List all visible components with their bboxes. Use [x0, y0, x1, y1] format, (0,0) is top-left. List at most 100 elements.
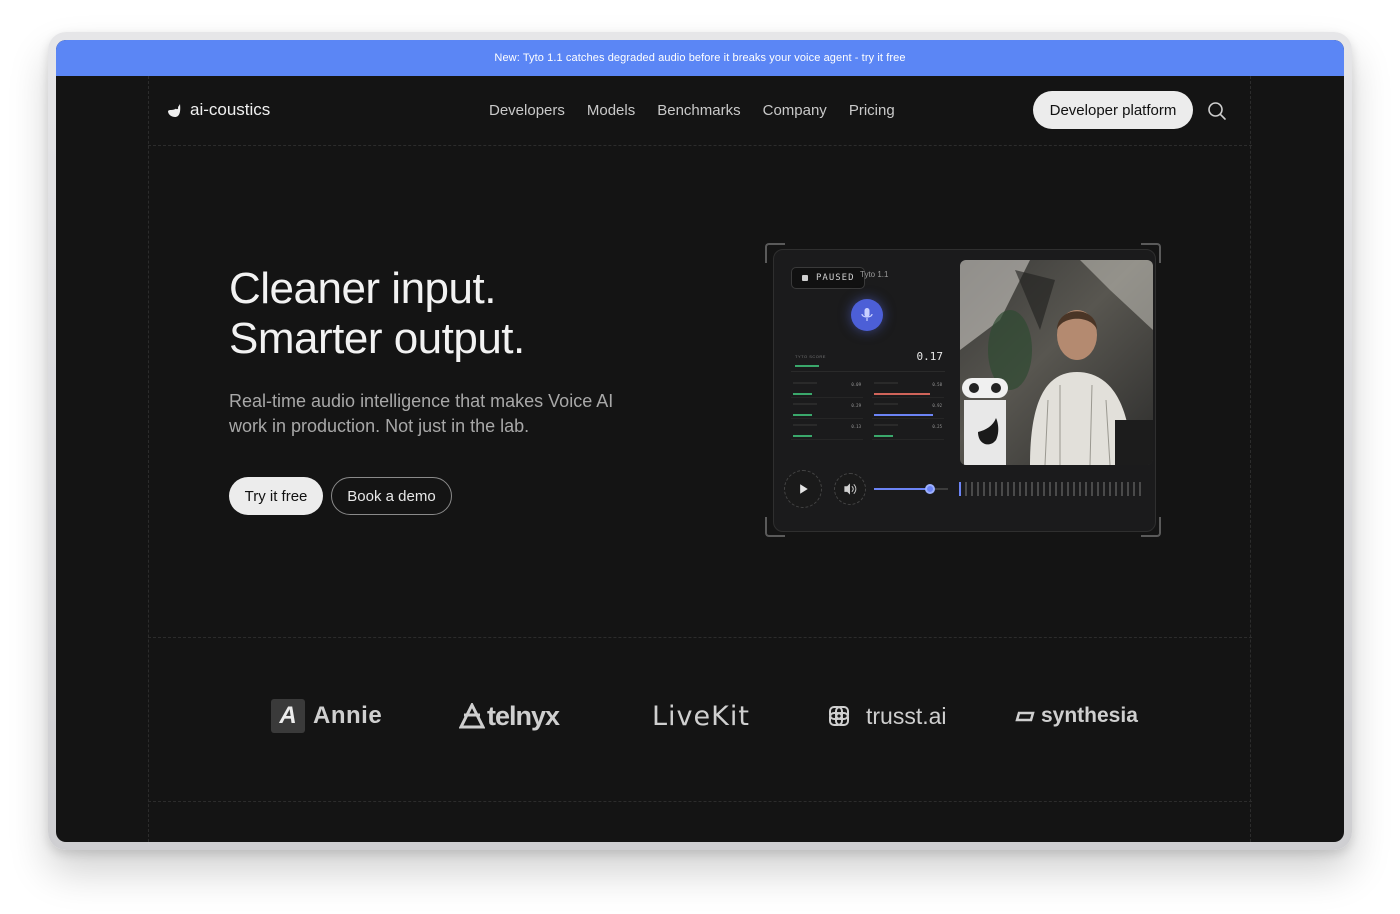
metric-label	[874, 424, 898, 426]
waveform-bar	[971, 482, 973, 496]
volume-slider-fill	[874, 488, 930, 490]
paused-status-badge[interactable]: PAUSED	[791, 267, 865, 289]
video-preview[interactable]	[960, 260, 1153, 465]
metric-cell: 0.09	[791, 380, 863, 398]
metric-label	[793, 403, 817, 405]
nav-link-pricing[interactable]: Pricing	[849, 102, 895, 119]
brand-name: ai-coustics	[190, 100, 271, 119]
waveform-bar	[1037, 482, 1039, 496]
waveform-bar	[1001, 482, 1003, 496]
waveform-bar	[1043, 482, 1045, 496]
microphone-button[interactable]	[851, 299, 883, 331]
volume-slider[interactable]	[874, 484, 948, 494]
metric-value: 0.92	[932, 403, 942, 408]
score-value: 0.17	[916, 350, 944, 363]
metric-value: 0.29	[851, 403, 861, 408]
metric-bar	[874, 435, 893, 437]
developer-platform-button[interactable]: Developer platform	[1033, 91, 1193, 129]
waveform-bar	[1091, 482, 1093, 496]
player-controls	[779, 469, 1151, 509]
model-name: Tyto 1.1	[860, 270, 889, 279]
waveform-bar	[959, 482, 961, 496]
volume-button[interactable]	[834, 473, 866, 505]
nav-link-benchmarks[interactable]: Benchmarks	[657, 102, 740, 119]
waveform-bar	[989, 482, 991, 496]
metric-value: 0.25	[932, 424, 942, 429]
waveform-bar	[1139, 482, 1141, 496]
metric-bar	[874, 414, 933, 416]
waveform-bar	[1031, 482, 1033, 496]
try-it-free-button[interactable]: Try it free	[229, 477, 323, 515]
demo-widget: PAUSED Tyto 1.1 TYTO SCORE 0.17 0.09 0.5…	[765, 243, 1161, 537]
metric-cell: 0.29	[791, 401, 863, 419]
announcement-text[interactable]: New: Tyto 1.1 catches degraded audio bef…	[494, 52, 905, 64]
metric-value: 0.58	[932, 382, 942, 387]
waveform-bar	[1055, 482, 1057, 496]
divider-logos	[148, 801, 1252, 802]
bird-logo-icon	[168, 104, 181, 117]
trusst-logo-icon	[829, 706, 849, 726]
top-nav: ai-coustics Developers Models Benchmarks…	[56, 76, 1344, 146]
waveform-bar	[965, 482, 967, 496]
waveform-bar	[1109, 482, 1111, 496]
waveform-bar	[977, 482, 979, 496]
partner-logo-annie: A Annie	[271, 688, 382, 744]
brand-logo[interactable]: ai-coustics	[166, 100, 270, 120]
waveform-bar	[1013, 482, 1015, 496]
announcement-banner[interactable]: New: Tyto 1.1 catches degraded audio bef…	[56, 40, 1344, 76]
waveform-bar	[1121, 482, 1123, 496]
metric-cell: 0.25	[872, 422, 944, 440]
metric-label	[874, 403, 898, 405]
nav-link-company[interactable]: Company	[763, 102, 827, 119]
metric-cell: 0.58	[872, 380, 944, 398]
audio-demo-card: PAUSED Tyto 1.1 TYTO SCORE 0.17 0.09 0.5…	[773, 249, 1156, 532]
partner-name: synthesia	[1041, 704, 1138, 727]
partner-logos: A Annie telnyx LiveKit trusst.ai synthes…	[56, 688, 1344, 744]
microphone-icon	[861, 308, 873, 321]
speaker-photo	[960, 260, 1153, 465]
waveform-bar	[1103, 482, 1105, 496]
play-button[interactable]	[784, 470, 822, 508]
audio-waveform[interactable]	[959, 482, 1151, 496]
waveform-bar	[1067, 482, 1069, 496]
waveform-bar	[1007, 482, 1009, 496]
waveform-bar	[1079, 482, 1081, 496]
metric-bar	[793, 414, 812, 416]
partner-logo-livekit: LiveKit	[652, 688, 750, 744]
hero-title-line-1: Cleaner input.	[229, 264, 496, 313]
waveform-bar	[1133, 482, 1135, 496]
waveform-bar	[1019, 482, 1021, 496]
nav-link-models[interactable]: Models	[587, 102, 635, 119]
device-frame: New: Tyto 1.1 catches degraded audio bef…	[48, 32, 1352, 850]
annie-logo-mark: A	[271, 699, 305, 733]
tyto-score-row: TYTO SCORE 0.17	[791, 344, 945, 372]
nav-link-developers[interactable]: Developers	[489, 102, 565, 119]
hero-title-line-2: Smarter output.	[229, 314, 525, 363]
browser-screen: New: Tyto 1.1 catches degraded audio bef…	[56, 40, 1344, 842]
partner-logo-trusst: trusst.ai	[826, 688, 947, 744]
main-menu: Developers Models Benchmarks Company Pri…	[489, 102, 895, 119]
partner-name: LiveKit	[652, 700, 750, 732]
score-bar	[795, 365, 819, 367]
waveform-bar	[983, 482, 985, 496]
partner-logo-telnyx: telnyx	[459, 688, 560, 744]
search-icon[interactable]	[1206, 100, 1228, 122]
partner-logo-synthesia: synthesia	[1015, 688, 1138, 744]
partner-name: telnyx	[487, 700, 560, 731]
partner-name: trusst.ai	[866, 702, 947, 729]
volume-slider-handle[interactable]	[924, 484, 935, 494]
synthesia-logo-icon	[1015, 711, 1035, 722]
metric-label	[793, 382, 817, 384]
waveform-bar	[1085, 482, 1087, 496]
metric-bar	[874, 393, 930, 395]
score-label: TYTO SCORE	[795, 354, 826, 359]
book-demo-button[interactable]: Book a demo	[331, 477, 452, 515]
telnyx-logo-icon	[459, 703, 485, 729]
waveform-bar	[1073, 482, 1075, 496]
waveform-bar	[1097, 482, 1099, 496]
metric-label	[874, 382, 898, 384]
waveform-bar	[1115, 482, 1117, 496]
metric-cell: 0.92	[872, 401, 944, 419]
waveform-bar	[1127, 482, 1129, 496]
hero-subtitle: Real-time audio intelligence that makes …	[229, 391, 614, 436]
